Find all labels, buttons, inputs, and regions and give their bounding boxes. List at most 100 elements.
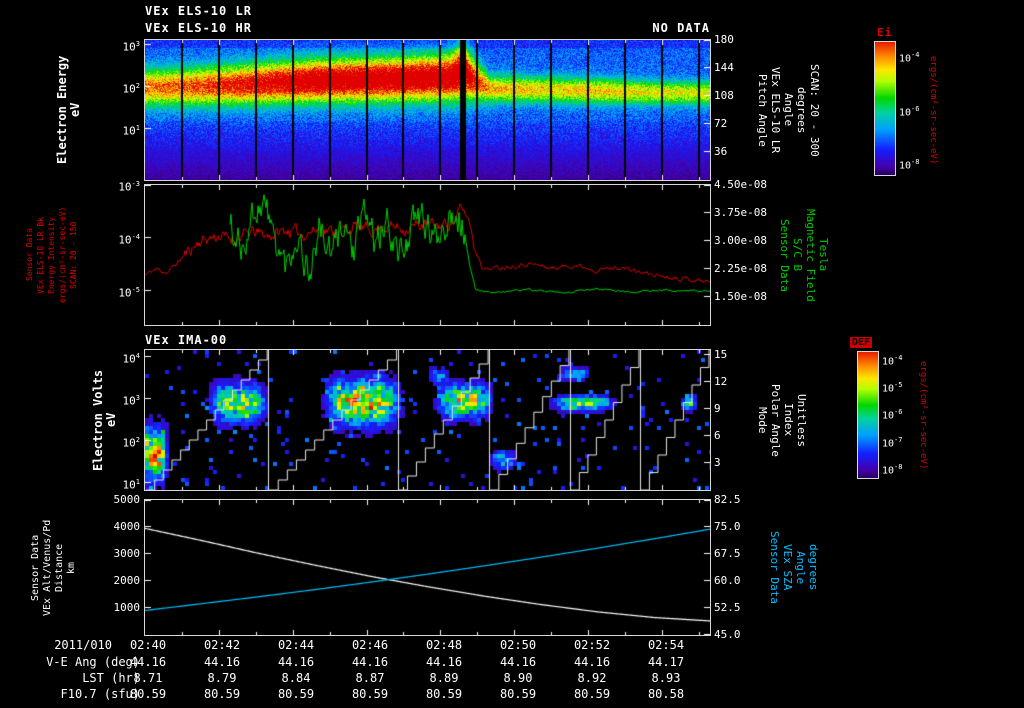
panel1-y-axis-label: Electron Energy eV <box>55 40 82 180</box>
colorbar-ei-units-label: ergs/(cm²-sr-sec-eV) <box>926 40 939 180</box>
axis-label-line: VEx Alt/Venus/Pd <box>42 519 53 616</box>
panel1-right-tick-label: 180 <box>714 33 734 46</box>
axis-label-line: VEx ELS-10 LR Bk <box>36 216 45 294</box>
colorbar-def-tick-label: 10-8 <box>882 462 903 476</box>
time-tick-label: 02:42 <box>203 638 241 652</box>
panel1-right-axis-label: Pitch Angle VEx ELS-10 LR Angle degrees … <box>756 40 821 180</box>
panel2-right-tick-label: 2.25e-08 <box>714 262 767 275</box>
axis-label-line: Unitless <box>795 393 808 447</box>
panel1-right-tick-label: 108 <box>714 89 734 102</box>
panel2-right-tick-label: 1.50e-08 <box>714 290 767 303</box>
panel1-y-tick-label: 103 <box>122 40 140 54</box>
axis-label-line: Sensor Data <box>768 531 781 604</box>
time-tick-label: 02:40 <box>129 638 167 652</box>
altitude-sza-plot-canvas <box>145 500 710 635</box>
axis-label-line: Sensor Data <box>30 534 41 601</box>
panel3-right-tick-label: 15 <box>714 347 728 361</box>
time-tick-label: 02:50 <box>499 638 537 652</box>
footer-value: 44.16 <box>129 655 167 669</box>
panel2-y-tick-label: 10-3 <box>118 180 140 194</box>
colorbar-def-units-label: ergs/(cm²-sr-sec-eV) <box>916 352 929 478</box>
panel4-y-tick-label: 4000 <box>113 520 141 533</box>
footer-value: 80.59 <box>351 687 389 701</box>
footer-value: 44.16 <box>499 655 537 669</box>
panel3-y-tick-label: 101 <box>122 477 140 492</box>
axis-label-line: Magnetic Field <box>804 208 817 302</box>
axis-label-line: Energy Intensity <box>47 216 56 294</box>
colorbar-ei-canvas <box>875 42 895 175</box>
panel3-y-tick-label: 103 <box>122 394 140 408</box>
panel3-right-tick-label: 6 <box>714 428 721 442</box>
footer-value: 8.92 <box>577 671 607 685</box>
colorbar-ei-tick-label: 10-8 <box>899 157 920 172</box>
date-label: 2011/010 <box>54 638 112 652</box>
time-tick-label: 02:44 <box>277 638 315 652</box>
time-tick-label: 02:46 <box>351 638 389 652</box>
axis-label-line: S/C B <box>791 238 804 272</box>
axis-label-line: Tesla <box>817 238 830 272</box>
footer-value: 80.59 <box>425 687 463 701</box>
footer-value: 80.59 <box>573 687 611 701</box>
time-tick-label: 02:52 <box>573 638 611 652</box>
panel1-title-lr: VEx ELS-10 LR <box>145 4 252 18</box>
footer-value: 80.59 <box>277 687 315 701</box>
axis-label-line: km <box>66 561 77 574</box>
axis-label-line: eV <box>104 412 118 428</box>
footer-value: 44.16 <box>203 655 241 669</box>
panel4-y-tick-label: 1000 <box>113 601 141 614</box>
footer-value: 8.87 <box>355 671 385 685</box>
axis-label-line: degrees <box>807 544 820 591</box>
panel3-y-tick-label: 104 <box>122 352 140 366</box>
colorbar-def-tick-label: 10-4 <box>882 354 903 368</box>
axis-label-line: Angle <box>782 93 795 127</box>
panel2-right-tick-label: 4.50e-08 <box>714 178 767 191</box>
footer-value: 80.59 <box>499 687 537 701</box>
footer-value: 8.79 <box>207 671 237 685</box>
axis-label-line: VEx ELS-10 LR <box>769 66 782 154</box>
els-spectrogram-canvas <box>145 40 710 180</box>
ima-spectrogram-canvas <box>145 350 710 490</box>
panel4-y-tick-label: 2000 <box>113 574 141 587</box>
panel3-right-tick-label: 12 <box>714 374 728 388</box>
panel4-right-tick-label: 82.5 <box>714 493 741 506</box>
footer-value: 8.89 <box>429 671 459 685</box>
panel1-title-hr: VEx ELS-10 HR <box>145 21 252 35</box>
axis-label-line: ergs/(cm²-sr-sec-eV) <box>58 206 67 304</box>
footer-value: 44.17 <box>647 655 685 669</box>
panel3-right-axis-label: Mode Polar Angle Index Unitless <box>756 350 808 490</box>
colorbar-def-title: DEF <box>850 337 873 348</box>
axis-label-line: Pitch Angle <box>756 73 769 147</box>
panel4-y-axis-label: Sensor Data VEx Alt/Venus/Pd Distance km <box>30 500 78 635</box>
axis-label-line: Index <box>782 403 795 437</box>
footer-value: 44.16 <box>277 655 315 669</box>
axis-label-line: Sensor Data <box>25 228 34 282</box>
vex-quicklook-screen: VEx ELS-10 LR VEx ELS-10 HR NO DATA VEx … <box>0 0 1024 708</box>
panel2-right-axis-label: Sensor Data S/C B Magnetic Field Tesla <box>778 185 830 325</box>
panel2-right-tick-label: 3.75e-08 <box>714 206 767 219</box>
panel4-right-tick-label: 75.0 <box>714 520 741 533</box>
footer-value: 44.16 <box>425 655 463 669</box>
axis-label-line: VEx SZA <box>781 544 794 591</box>
panel4-right-tick-label: 45.0 <box>714 628 741 641</box>
axis-label-line: eV <box>68 102 82 118</box>
footer-value: 80.59 <box>129 687 167 701</box>
footer-value: 8.84 <box>281 671 311 685</box>
axis-label-line: SCAN: 20 - 300 <box>808 63 821 157</box>
colorbar-def-canvas <box>858 352 878 478</box>
axis-label-line: degrees <box>795 86 808 134</box>
panel1-y-tick-label: 102 <box>122 82 140 96</box>
time-tick-label: 02:48 <box>425 638 463 652</box>
panel3-right-tick-label: 3 <box>714 455 721 469</box>
colorbar-units-text: ergs/(cm²-sr-sec-eV) <box>918 360 928 470</box>
time-tick-label: 02:54 <box>647 638 685 652</box>
panel1-right-tick-label: 144 <box>714 61 734 74</box>
panel2-y-tick-label: 10-4 <box>118 233 140 247</box>
panel4-y-tick-label: 5000 <box>113 493 141 506</box>
panel4-right-axis-label: Sensor Data VEx SZA Angle degrees <box>768 500 820 635</box>
panel4-y-tick-label: 3000 <box>113 547 141 560</box>
panel2-y-axis-label: Sensor Data VEx ELS-10 LR Bk Energy Inte… <box>24 185 79 325</box>
footer-value: 80.58 <box>647 687 685 701</box>
panel4-right-tick-label: 52.5 <box>714 601 741 614</box>
axis-label-line: Sensor Data <box>778 218 791 292</box>
panel2-right-tick-label: 3.00e-08 <box>714 234 767 247</box>
